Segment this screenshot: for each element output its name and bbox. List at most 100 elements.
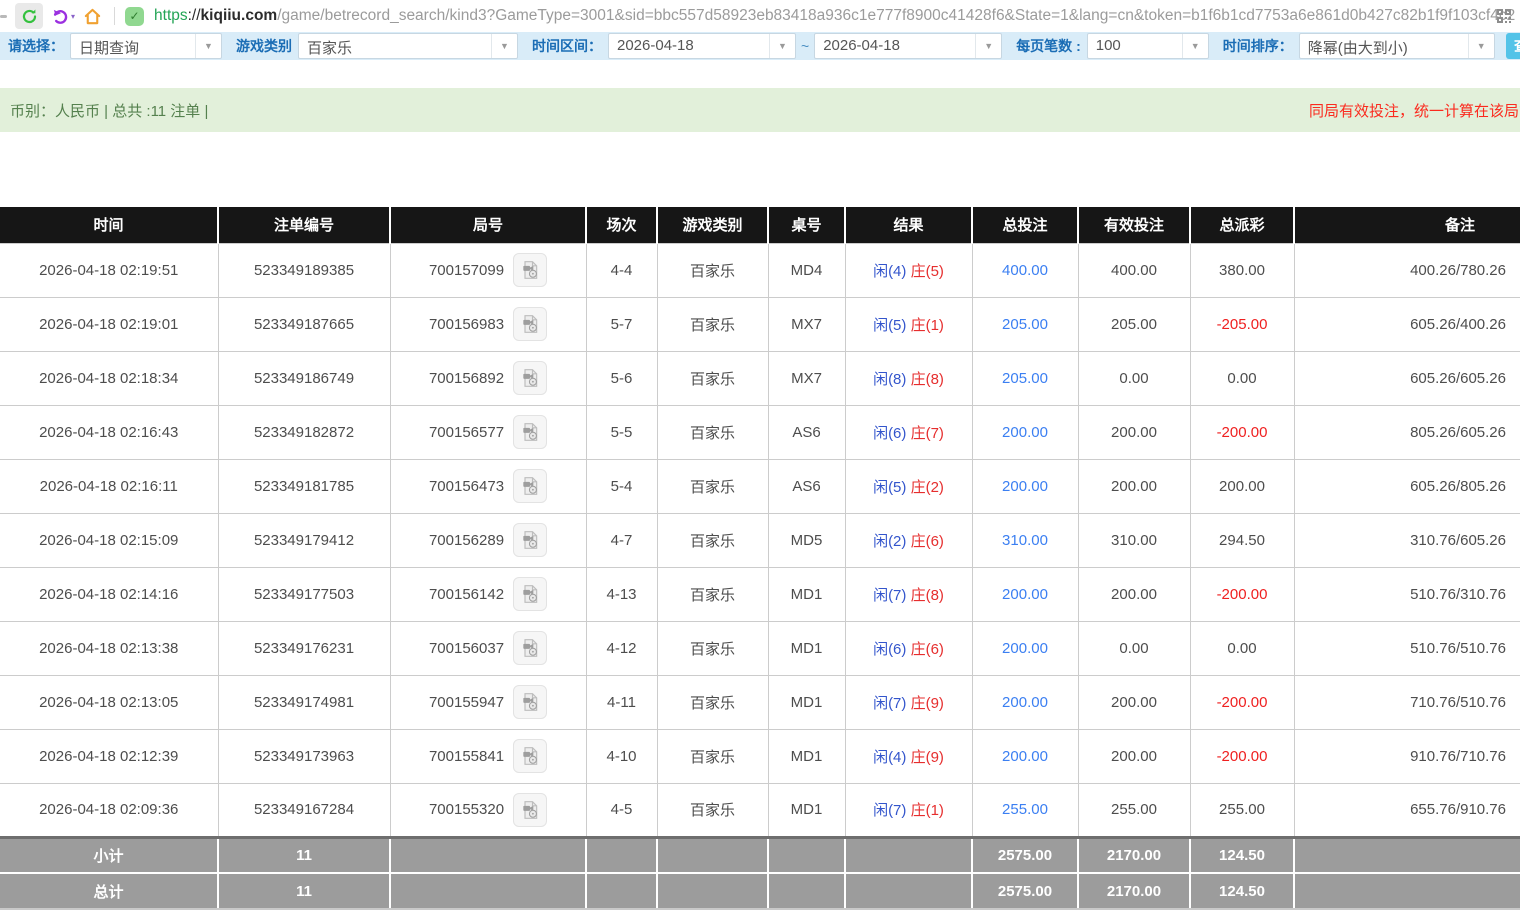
cell-session: 4-4: [586, 243, 657, 297]
round-id-text: 700155841: [429, 748, 504, 765]
chevron-down-icon[interactable]: ▼: [1468, 34, 1494, 58]
cell-payout: -205.00: [1190, 297, 1294, 351]
valid-bet-note: 同局有效投注，统一计算在该局第: [1309, 100, 1520, 121]
qr-code-icon[interactable]: [1496, 8, 1512, 29]
home-icon[interactable]: [83, 7, 102, 26]
cell-payout: 200.00: [1190, 459, 1294, 513]
cell-valid-bet: 400.00: [1078, 243, 1190, 297]
shield-check-icon[interactable]: ✓: [125, 7, 144, 26]
page-size-value: 100: [1088, 34, 1182, 58]
video-replay-icon[interactable]: [513, 793, 547, 827]
cell-result: 闲(5) 庄(2): [845, 459, 972, 513]
table-row: 2026-04-18 02:14:16523349177503700156142…: [0, 567, 1520, 621]
query-type-value: 日期查询: [71, 34, 195, 58]
table-row: 2026-04-18 02:16:43523349182872700156577…: [0, 405, 1520, 459]
cell-table-no: MD4: [768, 243, 845, 297]
cell-table-no: MX7: [768, 297, 845, 351]
sort-label: 时间排序：: [1223, 36, 1293, 56]
cell-total-bet[interactable]: 200.00: [972, 567, 1078, 621]
cell-bet-id: 523349181785: [218, 459, 390, 513]
cell-table-no: MD1: [768, 621, 845, 675]
cell-session: 5-4: [586, 459, 657, 513]
cell-session: 4-11: [586, 675, 657, 729]
video-replay-icon[interactable]: [513, 253, 547, 287]
cell-total-bet[interactable]: 200.00: [972, 621, 1078, 675]
cell-total-bet[interactable]: 205.00: [972, 351, 1078, 405]
cell-time: 2026-04-18 02:14:16: [0, 567, 218, 621]
select-type-label: 请选择：: [8, 36, 64, 56]
cell-remark: 655.76/910.76: [1294, 783, 1520, 837]
video-replay-icon[interactable]: [513, 631, 547, 665]
cell-round-id: 700156473: [390, 459, 586, 513]
video-replay-icon[interactable]: [513, 577, 547, 611]
chevron-down-icon[interactable]: ▼: [769, 34, 795, 58]
video-replay-icon[interactable]: [513, 469, 547, 503]
undo-dropdown-caret-icon[interactable]: ▾: [71, 12, 75, 21]
reload-icon[interactable]: [15, 3, 43, 29]
date-from-dropdown[interactable]: 2026-04-18 ▼: [608, 33, 796, 59]
search-button[interactable]: 查询: [1506, 33, 1520, 59]
cell-table-no: AS6: [768, 405, 845, 459]
header-cell: 备注: [1294, 207, 1520, 243]
chevron-down-icon[interactable]: ▼: [1182, 34, 1208, 58]
cell-round-id: 700155320: [390, 783, 586, 837]
video-replay-icon[interactable]: [513, 685, 547, 719]
date-to-value: 2026-04-18: [815, 34, 975, 58]
url-separator: ://: [188, 7, 201, 24]
game-type-dropdown[interactable]: 百家乐 ▼: [298, 33, 518, 59]
cell-payout: -200.00: [1190, 729, 1294, 783]
cell-bet-id: 523349174981: [218, 675, 390, 729]
video-replay-icon[interactable]: [513, 361, 547, 395]
cell-remark: 510.76/510.76: [1294, 621, 1520, 675]
cell-total-bet[interactable]: 205.00: [972, 297, 1078, 351]
url-domain: kiqiiu.com: [201, 7, 278, 24]
date-range-tilde: ~: [801, 38, 809, 54]
cell-remark: 605.26/400.26: [1294, 297, 1520, 351]
url-protocol: https: [154, 7, 188, 24]
filter-bar: 请选择： 日期查询 ▼ 游戏类别 百家乐 ▼ 时间区间： 2026-04-18 …: [0, 32, 1520, 60]
video-replay-icon[interactable]: [513, 523, 547, 557]
page-size-dropdown[interactable]: 100 ▼: [1087, 33, 1209, 59]
video-replay-icon[interactable]: [513, 307, 547, 341]
sort-dropdown[interactable]: 降幂(由大到小) ▼: [1299, 33, 1495, 59]
cell-round-id: 700156577: [390, 405, 586, 459]
cell-total-bet[interactable]: 200.00: [972, 459, 1078, 513]
cell-table-no: AS6: [768, 459, 845, 513]
cell-total-bet[interactable]: 200.00: [972, 729, 1078, 783]
cell-time: 2026-04-18 02:16:43: [0, 405, 218, 459]
total-payout: 124.50: [1190, 873, 1294, 909]
video-replay-icon[interactable]: [513, 739, 547, 773]
cell-total-bet[interactable]: 310.00: [972, 513, 1078, 567]
cell-result: 闲(5) 庄(1): [845, 297, 972, 351]
cell-total-bet[interactable]: 255.00: [972, 783, 1078, 837]
cell-total-bet[interactable]: 200.00: [972, 675, 1078, 729]
cell-payout: 255.00: [1190, 783, 1294, 837]
chevron-down-icon[interactable]: ▼: [491, 34, 517, 58]
round-id-text: 700155320: [429, 801, 504, 818]
round-id-text: 700155947: [429, 694, 504, 711]
cell-total-bet[interactable]: 400.00: [972, 243, 1078, 297]
cell-table-no: MD1: [768, 567, 845, 621]
chevron-down-icon[interactable]: ▼: [975, 34, 1001, 58]
cell-valid-bet: 310.00: [1078, 513, 1190, 567]
header-cell: 桌号: [768, 207, 845, 243]
result-player: 闲(5): [873, 479, 906, 496]
url-bar[interactable]: https://kiqiiu.com/game/betrecord_search…: [154, 7, 1515, 25]
date-to-dropdown[interactable]: 2026-04-18 ▼: [814, 33, 1002, 59]
chevron-down-icon[interactable]: ▼: [195, 34, 221, 58]
cell-session: 5-7: [586, 297, 657, 351]
undo-icon[interactable]: [51, 7, 69, 25]
header-cell: 总投注: [972, 207, 1078, 243]
round-id-text: 700156289: [429, 532, 504, 549]
result-player: 闲(6): [873, 641, 906, 658]
table-row: 2026-04-18 02:13:05523349174981700155947…: [0, 675, 1520, 729]
result-banker: 庄(6): [906, 533, 944, 550]
cell-total-bet[interactable]: 200.00: [972, 405, 1078, 459]
cell-result: 闲(6) 庄(7): [845, 405, 972, 459]
cell-time: 2026-04-18 02:13:38: [0, 621, 218, 675]
video-replay-icon[interactable]: [513, 415, 547, 449]
bet-records-table: 时间注单编号局号场次游戏类别桌号结果总投注有效投注总派彩备注 2026-04-1…: [0, 207, 1520, 910]
cell-time: 2026-04-18 02:18:34: [0, 351, 218, 405]
total-row: 总计 11 2575.00 2170.00 124.50: [0, 873, 1520, 909]
query-type-dropdown[interactable]: 日期查询 ▼: [70, 33, 222, 59]
